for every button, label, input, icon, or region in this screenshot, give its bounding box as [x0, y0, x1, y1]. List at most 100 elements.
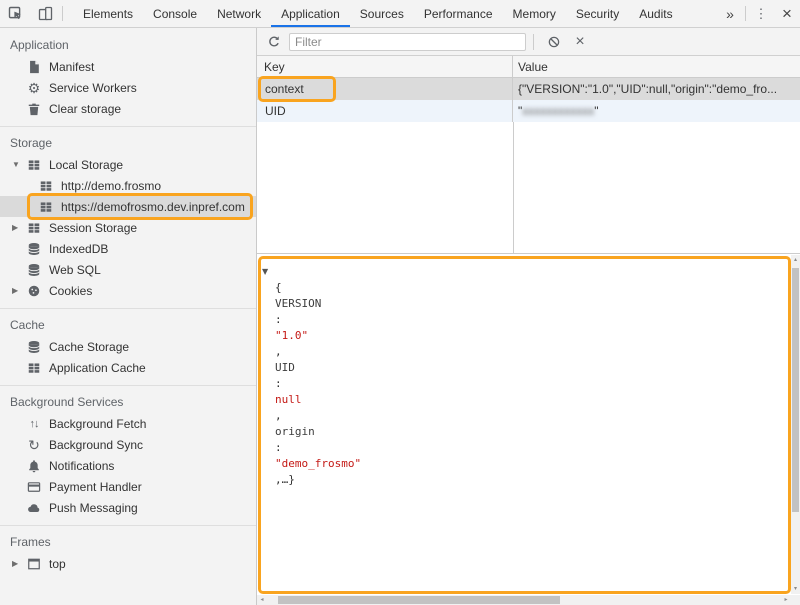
sidebar-item-web-sql[interactable]: Web SQL — [0, 259, 256, 280]
scroll-down-icon[interactable]: ▾ — [791, 584, 800, 594]
column-header-key[interactable]: Key — [257, 56, 513, 77]
tab-sources[interactable]: Sources — [350, 0, 414, 27]
column-divider[interactable] — [513, 122, 514, 253]
sidebar-item-label: Notifications — [49, 459, 114, 473]
sidebar-item-payment-handler[interactable]: Payment Handler — [0, 476, 256, 497]
sidebar-section-background-services: Background Services↑↓Background Fetch↻Ba… — [0, 385, 256, 525]
sidebar-item-label: Cache Storage — [49, 340, 129, 354]
gear-icon: ⚙ — [26, 80, 42, 96]
tab-memory[interactable]: Memory — [503, 0, 566, 27]
storage-table-empty-area — [257, 122, 800, 253]
tab-security[interactable]: Security — [566, 0, 629, 27]
more-tabs-icon[interactable]: » — [717, 0, 743, 27]
tree-token: , — [275, 344, 791, 360]
sidebar-item-label: Clear storage — [49, 102, 121, 116]
sidebar-item-application-cache[interactable]: Application Cache — [0, 357, 256, 378]
vertical-scroll-thumb[interactable] — [792, 268, 799, 512]
scroll-up-icon[interactable]: ▴ — [791, 255, 800, 265]
sidebar-item-label: Background Sync — [49, 438, 143, 452]
close-devtools-icon[interactable]: × — [774, 0, 800, 27]
sidebar-item-clear-storage[interactable]: Clear storage — [0, 98, 256, 119]
storage-table-rows: context{"VERSION":"1.0","UID":null,"orig… — [257, 78, 800, 122]
tab-elements[interactable]: Elements — [73, 0, 143, 27]
storage-toolbar: × — [257, 28, 800, 56]
clear-all-icon[interactable] — [541, 30, 567, 54]
sidebar-item-indexeddb[interactable]: IndexedDB — [0, 238, 256, 259]
sidebar-item-cookies[interactable]: ▶ Cookies — [0, 280, 256, 301]
horizontal-scrollbar[interactable]: ◂ ▸ — [257, 595, 791, 605]
inspect-element-icon[interactable] — [0, 0, 30, 27]
application-sidebar: ApplicationManifest⚙Service WorkersClear… — [0, 28, 257, 605]
updown-icon: ↑↓ — [26, 416, 42, 432]
cell-key: UID — [257, 100, 513, 122]
scroll-right-icon[interactable]: ▸ — [781, 595, 791, 605]
cell-key: context — [257, 78, 513, 100]
tree-token: { — [275, 280, 791, 296]
cookie-icon — [26, 283, 42, 299]
database-icon — [26, 262, 42, 278]
column-header-value[interactable]: Value — [513, 56, 800, 77]
sidebar-item-notifications[interactable]: Notifications — [0, 455, 256, 476]
tab-network[interactable]: Network — [207, 0, 271, 27]
expander-closed-icon[interactable]: ▶ — [12, 559, 26, 568]
sidebar-item-label: Payment Handler — [49, 480, 142, 494]
tab-console[interactable]: Console — [143, 0, 207, 27]
sidebar-section-frames: Frames▶top — [0, 525, 256, 581]
tree-token: : — [275, 440, 791, 456]
storage-main-panel: × Key Value context{"VERSION":"1.0","UID… — [257, 28, 800, 605]
sidebar-item-http-demo-frosmo[interactable]: http://demo.frosmo — [0, 175, 256, 196]
cell-value: "xxxxxxxxxxxx" — [513, 100, 800, 122]
tree-line: ▼{VERSION: "1.0", UID: null, origin: "de… — [257, 264, 791, 595]
table-row-context[interactable]: context{"VERSION":"1.0","UID":null,"orig… — [257, 78, 800, 100]
sidebar-item-cache-storage[interactable]: Cache Storage — [0, 336, 256, 357]
trash-icon — [26, 101, 42, 117]
grid-icon — [26, 157, 42, 173]
expander-open-icon[interactable]: ▼ — [12, 160, 26, 169]
devtools-menu-kebab-icon[interactable]: ⋮ — [748, 0, 774, 27]
tab-application[interactable]: Application — [271, 0, 350, 27]
sidebar-item-label: Cookies — [49, 284, 92, 298]
sidebar-item-label: Push Messaging — [49, 501, 138, 515]
expander-open-icon[interactable]: ▼ — [262, 264, 274, 280]
tab-performance[interactable]: Performance — [414, 0, 503, 27]
sidebar-item-local-storage[interactable]: ▼Local Storage — [0, 154, 256, 175]
sidebar-item-label: Service Workers — [49, 81, 137, 95]
sidebar-item-background-sync[interactable]: ↻Background Sync — [0, 434, 256, 455]
card-icon — [26, 479, 42, 495]
expander-closed-icon[interactable]: ▶ — [12, 223, 26, 232]
sidebar-item-label: Application Cache — [49, 361, 146, 375]
device-toolbar-icon[interactable] — [30, 0, 60, 27]
devtools-window: ElementsConsoleNetworkApplicationSources… — [0, 0, 800, 605]
bell-icon — [26, 458, 42, 474]
json-preview-tree: ▼{VERSION: "1.0", UID: null, origin: "de… — [257, 254, 791, 595]
toolbar-separator — [533, 34, 534, 50]
sidebar-item-label: Session Storage — [49, 221, 137, 235]
tree-token: UID — [275, 360, 791, 376]
sidebar-item-push-messaging[interactable]: Push Messaging — [0, 497, 256, 518]
filter-input[interactable] — [289, 33, 526, 51]
scrollbar-corner — [791, 595, 800, 605]
table-row-uid[interactable]: UID"xxxxxxxxxxxx" — [257, 100, 800, 122]
sidebar-item-label: Background Fetch — [49, 417, 146, 431]
tab-audits[interactable]: Audits — [629, 0, 682, 27]
grid-icon — [26, 220, 42, 236]
expander-closed-icon[interactable]: ▶ — [12, 286, 26, 295]
sidebar-item-https-demofrosmo-dev-inpref-com[interactable]: https://demofrosmo.dev.inpref.com — [0, 196, 256, 217]
sidebar-item-background-fetch[interactable]: ↑↓ Background Fetch — [0, 413, 256, 434]
vertical-scrollbar[interactable]: ▴ ▾ — [791, 255, 800, 594]
scroll-left-icon[interactable]: ◂ — [257, 595, 267, 605]
sidebar-item-manifest[interactable]: Manifest — [0, 56, 256, 77]
blurred-value: xxxxxxxxxxxx — [522, 104, 594, 118]
delete-selected-icon[interactable]: × — [567, 30, 593, 54]
horizontal-scroll-thumb[interactable] — [278, 596, 560, 604]
toolbar-separator — [62, 6, 63, 21]
sidebar-item-session-storage[interactable]: ▶ Session Storage — [0, 217, 256, 238]
tree-token: : — [275, 376, 791, 392]
sidebar-item-top[interactable]: ▶top — [0, 553, 256, 574]
sidebar-item-label: https://demofrosmo.dev.inpref.com — [61, 200, 245, 214]
sidebar-item-service-workers[interactable]: ⚙ Service Workers — [0, 77, 256, 98]
refresh-icon[interactable] — [261, 30, 287, 54]
sidebar-item-label: Manifest — [49, 60, 94, 74]
tabbar-right-controls: » ⋮ × — [717, 0, 800, 27]
tree-token: origin — [275, 424, 791, 440]
